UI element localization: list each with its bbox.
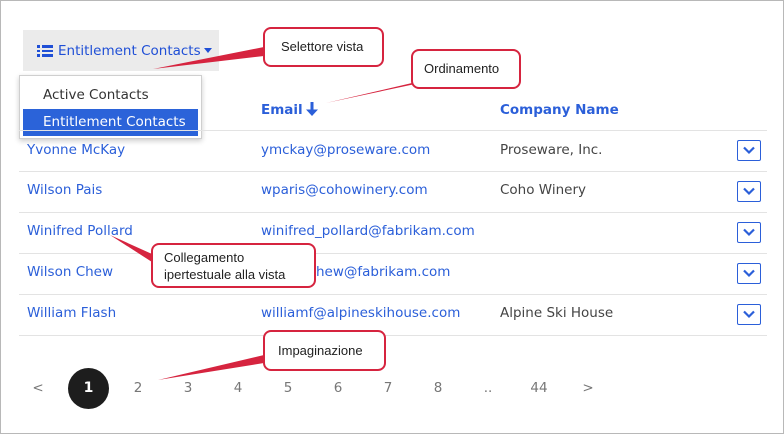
- callout-hyperlink-line1: Collegamento: [164, 250, 245, 265]
- callout-pointers: [110, 47, 420, 380]
- callout-hyperlink-line2: ipertestuale alla vista: [164, 267, 286, 282]
- callout-view-hyperlink: Collegamento ipertestuale alla vista: [151, 243, 316, 288]
- callout-sorting: Ordinamento: [411, 49, 521, 89]
- callout-pagination: Impaginazione: [263, 330, 386, 371]
- callout-view-selector: Selettore vista: [263, 27, 384, 67]
